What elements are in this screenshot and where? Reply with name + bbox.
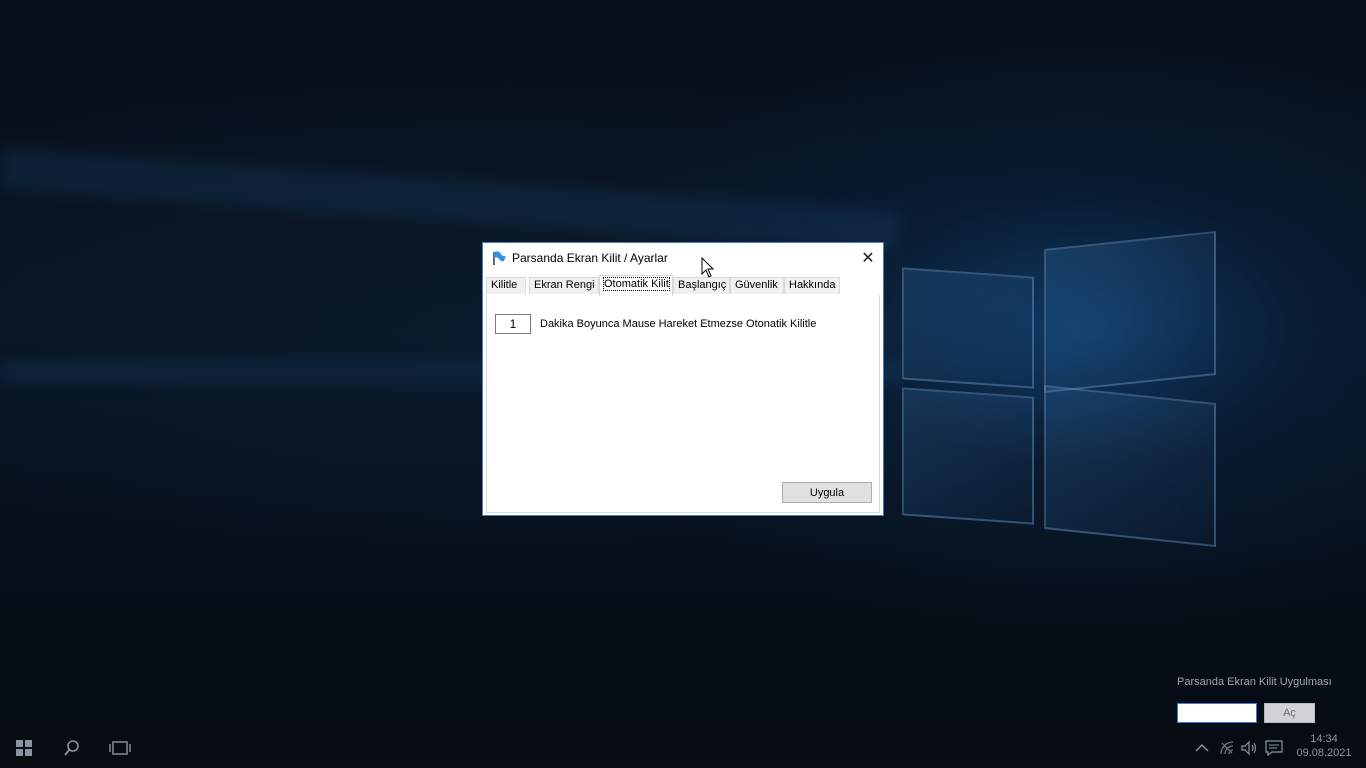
password-input[interactable] [1177, 703, 1257, 723]
notification-icon [1265, 740, 1283, 756]
apply-button[interactable]: Uygula [782, 482, 872, 503]
wallpaper-beam [0, 148, 901, 252]
tab-ekran-rengi[interactable]: Ekran Rengi [529, 277, 599, 294]
clock[interactable]: 14:34 09.08.2021 [1290, 732, 1358, 760]
windows-start-icon [16, 740, 32, 756]
taskbar: 14:34 09.08.2021 [0, 728, 1366, 768]
volume-icon [1241, 740, 1257, 756]
logo-pane [902, 267, 1034, 389]
action-center-button[interactable] [1264, 738, 1284, 758]
mouse-cursor-icon [701, 257, 715, 278]
logo-pane [902, 387, 1034, 525]
search-button[interactable] [48, 728, 96, 768]
flag-app-icon [493, 251, 506, 265]
unlock-panel-title: Parsanda Ekran Kilit Uygulması [1177, 676, 1332, 688]
show-hidden-icons-button[interactable] [1192, 738, 1212, 758]
desktop-wallpaper: Parsanda Ekran Kilit / Ayarlar ✕ Kilitle… [0, 0, 1366, 768]
settings-dialog: Parsanda Ekran Kilit / Ayarlar ✕ Kilitle… [482, 242, 884, 516]
start-button[interactable] [0, 728, 48, 768]
tab-guvenlik[interactable]: Güvenlik [730, 277, 784, 294]
tab-kilitle[interactable]: Kilitle [486, 277, 526, 294]
tab-otomatik-kilit[interactable]: Otomatik Kilit [599, 275, 673, 296]
logo-pane [1044, 384, 1216, 548]
tab-label: Kilitle [491, 279, 518, 291]
minutes-input[interactable] [495, 314, 531, 334]
logo-pane [1044, 230, 1216, 394]
chevron-up-icon [1195, 744, 1209, 752]
task-view-icon [109, 741, 131, 755]
windows-logo-wallpaper [880, 210, 1230, 560]
close-icon: ✕ [861, 250, 875, 267]
close-button[interactable]: ✕ [853, 243, 883, 273]
tab-baslangic[interactable]: Başlangıç [673, 277, 730, 294]
auto-lock-description: Dakika Boyunca Mause Hareket Etmezse Oto… [540, 318, 817, 330]
tab-strip: Kilitle Ekran Rengi Otomatik Kilit Başla… [486, 275, 880, 296]
dialog-title: Parsanda Ekran Kilit / Ayarlar [512, 251, 668, 265]
network-icon [1220, 741, 1234, 755]
open-button[interactable]: Aç [1264, 703, 1315, 723]
tab-hakkinda[interactable]: Hakkında [784, 277, 840, 294]
tab-label: Hakkında [789, 279, 836, 291]
title-bar[interactable]: Parsanda Ekran Kilit / Ayarlar ✕ [483, 243, 883, 273]
tab-label: Ekran Rengi [534, 279, 595, 291]
clock-time: 14:34 [1310, 733, 1338, 745]
clock-date: 09.08.2021 [1296, 747, 1352, 759]
network-button[interactable] [1217, 738, 1237, 758]
volume-button[interactable] [1240, 738, 1260, 758]
auto-lock-panel: Dakika Boyunca Mause Hareket Etmezse Oto… [486, 295, 880, 513]
task-view-button[interactable] [96, 728, 144, 768]
tab-label: Güvenlik [735, 279, 778, 291]
tab-label: Başlangıç [678, 279, 727, 291]
search-icon [64, 740, 79, 756]
tab-label: Otomatik Kilit [603, 277, 670, 291]
